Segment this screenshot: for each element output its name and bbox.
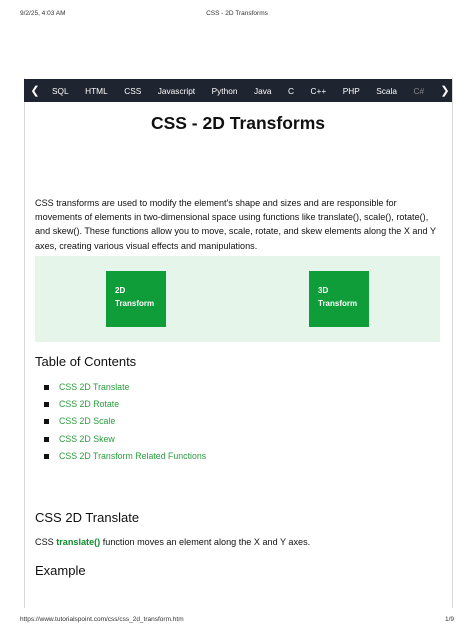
section-text-after: function moves an element along the X an… (100, 537, 311, 547)
intro-paragraph: CSS transforms are used to modify the el… (35, 198, 436, 251)
demo-2d-line1: 2D (115, 286, 126, 295)
toc-item-scale[interactable]: CSS 2D Scale (35, 413, 206, 430)
nav-item-cpp[interactable]: C++ (311, 86, 327, 96)
nav-item-c[interactable]: C (288, 86, 294, 96)
chevron-right-icon[interactable]: ❯ (438, 79, 452, 102)
toc-item-rotate[interactable]: CSS 2D Rotate (35, 396, 206, 413)
section-title: CSS 2D Translate (35, 510, 140, 525)
bullet-icon (44, 419, 49, 425)
nav-item-csharp[interactable]: C# (414, 86, 425, 96)
print-footer: https://www.tutorialspoint.com/css/css_2… (0, 614, 474, 628)
bullet-icon (44, 385, 49, 390)
print-header: 9/2/25, 4:03 AM CSS - 2D Transforms (0, 6, 474, 20)
toc-link[interactable]: CSS 2D Translate (59, 382, 129, 392)
nav-item-css[interactable]: CSS (124, 86, 141, 96)
toc-title: Table of Contents (35, 354, 137, 369)
demo-2d-line2: Transform (115, 298, 155, 308)
toc-item-related-functions[interactable]: CSS 2D Transform Related Functions (35, 448, 206, 465)
print-page-count: 1/9 (444, 616, 454, 623)
transform-demo-box: 2D Transform 3D Transform (35, 256, 440, 342)
demo-3d-transform-button[interactable]: 3D Transform (309, 271, 369, 327)
example-heading: Example (35, 563, 86, 578)
chevron-left-icon[interactable]: ❮ (28, 79, 42, 102)
table-of-contents: CSS 2D Translate CSS 2D Rotate CSS 2D Sc… (35, 379, 206, 465)
toc-link[interactable]: CSS 2D Rotate (59, 399, 119, 409)
toc-link[interactable]: CSS 2D Transform Related Functions (59, 451, 206, 461)
nav-items: SQL HTML CSS Javascript Python Java C C+… (52, 86, 441, 96)
print-title: CSS - 2D Transforms (206, 10, 268, 17)
section-paragraph: CSS translate() function moves an elemen… (35, 537, 310, 547)
bullet-icon (44, 402, 49, 408)
nav-item-javascript[interactable]: Javascript (158, 86, 195, 96)
nav-item-python[interactable]: Python (212, 86, 238, 96)
print-url: https://www.tutorialspoint.com/css/css_2… (20, 616, 184, 623)
toc-link[interactable]: CSS 2D Scale (59, 416, 115, 426)
language-navbar: ❮ SQL HTML CSS Javascript Python Java C … (24, 79, 452, 102)
toc-link[interactable]: CSS 2D Skew (59, 434, 115, 444)
toc-item-translate[interactable]: CSS 2D Translate (35, 379, 206, 396)
nav-item-php[interactable]: PHP (343, 86, 360, 96)
inline-code-translate: translate() (56, 537, 101, 547)
toc-item-skew[interactable]: CSS 2D Skew (35, 431, 206, 448)
bullet-icon (44, 436, 49, 442)
section-text-before: CSS (35, 537, 57, 547)
demo-3d-line1: 3D (318, 286, 329, 295)
nav-item-html[interactable]: HTML (85, 86, 108, 96)
nav-item-java[interactable]: Java (254, 86, 272, 96)
page-frame (24, 78, 453, 608)
nav-item-sql[interactable]: SQL (52, 86, 69, 96)
demo-2d-transform-button[interactable]: 2D Transform (106, 271, 166, 327)
page-title: CSS - 2D Transforms (150, 113, 326, 133)
demo-3d-line2: Transform (318, 298, 358, 308)
bullet-icon (44, 453, 49, 459)
nav-item-scala[interactable]: Scala (376, 86, 397, 96)
